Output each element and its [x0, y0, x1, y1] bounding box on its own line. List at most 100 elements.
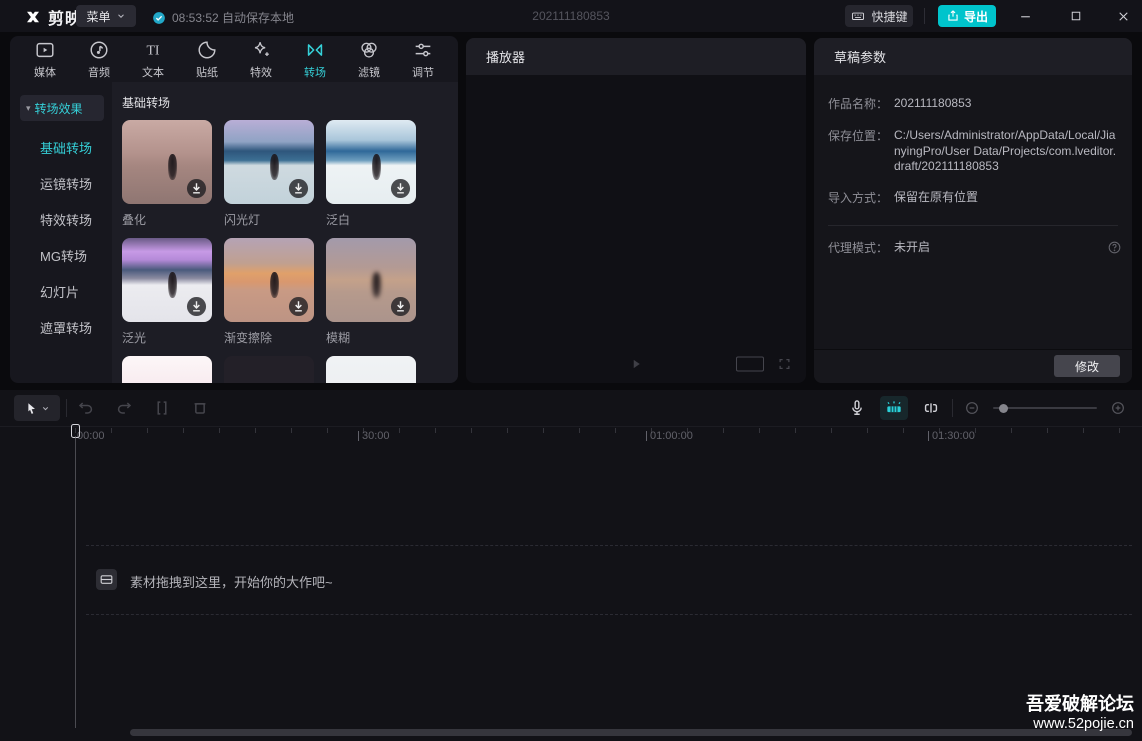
transition-grid-area: 基础转场 叠化 闪光灯 — [112, 82, 458, 383]
window-close-button[interactable] — [1111, 4, 1135, 28]
transition-item[interactable]: 闪光灯 — [224, 120, 314, 228]
undo-icon[interactable] — [76, 398, 96, 418]
auto-beat-icon[interactable] — [880, 396, 908, 420]
fullscreen-icon[interactable] — [777, 357, 792, 372]
aspect-ratio-button[interactable] — [736, 357, 764, 372]
download-icon[interactable] — [186, 296, 207, 317]
draft-params-header: 草稿参数 — [814, 38, 1132, 75]
player-viewport — [466, 75, 806, 383]
nav-item-mg-transition[interactable]: MG转场 — [10, 237, 112, 273]
split-icon[interactable] — [152, 398, 172, 418]
text-icon: TI — [142, 39, 164, 61]
preview-axis-icon[interactable] — [921, 398, 941, 418]
window-maximize-button[interactable] — [1064, 4, 1088, 28]
help-icon[interactable] — [1107, 240, 1122, 255]
tab-transition[interactable]: 转场 — [288, 36, 342, 82]
zoom-in-icon[interactable] — [1110, 400, 1126, 416]
player-title: 播放器 — [486, 47, 525, 66]
media-icon — [34, 39, 56, 61]
ruler-label: 01:30:00 — [928, 430, 975, 442]
export-label: 导出 — [964, 8, 988, 25]
download-icon[interactable] — [186, 178, 207, 199]
jianying-logo-icon — [24, 8, 42, 26]
transition-item[interactable] — [224, 356, 314, 383]
toolbar-separator — [952, 399, 953, 417]
microphone-icon[interactable] — [847, 398, 867, 418]
transition-item[interactable]: 泛白 — [326, 120, 416, 228]
transition-item[interactable]: 泛光 — [122, 238, 212, 346]
chevron-down-icon — [116, 11, 126, 21]
autosave-check-icon — [152, 11, 166, 25]
player-header: 播放器 — [466, 38, 806, 75]
svg-text:TI: TI — [147, 42, 160, 57]
transition-item[interactable]: 渐变擦除 — [224, 238, 314, 346]
audio-icon — [88, 39, 110, 61]
watermark-line1: 吾爱破解论坛 — [1026, 694, 1134, 716]
transition-item[interactable]: 模糊 — [326, 238, 416, 346]
transition-item[interactable] — [122, 356, 212, 383]
draft-params-panel: 草稿参数 作品名称： 202111180853 保存位置： C:/Users/A… — [814, 38, 1132, 383]
titlebar: 剪映 菜单 08:53:52 自动保存本地 202111180853 快捷键 — [0, 0, 1142, 32]
draft-name-value: 202111180853 — [894, 96, 1118, 112]
timeline-zoom-slider[interactable] — [993, 407, 1097, 409]
group-expand-arrow-icon: ▾ — [26, 103, 31, 114]
tab-media[interactable]: 媒体 — [18, 36, 72, 82]
section-title: 基础转场 — [122, 94, 458, 111]
transition-item[interactable]: 叠化 — [122, 120, 212, 228]
nav-item-mask-transition[interactable]: 遮罩转场 — [10, 309, 112, 345]
nav-item-effect-transition[interactable]: 特效转场 — [10, 201, 112, 237]
zoom-slider-handle[interactable] — [999, 404, 1008, 413]
ruler-label: 30:00 — [358, 430, 390, 442]
select-tool-button[interactable] — [14, 395, 60, 421]
nav-item-camera-transition[interactable]: 运镜转场 — [10, 165, 112, 201]
download-icon[interactable] — [390, 178, 411, 199]
draft-row-proxy-mode: 代理模式： 未开启 — [828, 240, 1118, 256]
download-icon[interactable] — [288, 178, 309, 199]
autosave-status: 08:53:52 自动保存本地 — [152, 9, 294, 26]
horizontal-scrollbar[interactable] — [130, 729, 1132, 736]
menu-button[interactable]: 菜单 — [76, 5, 136, 27]
tab-text[interactable]: TI 文本 — [126, 36, 180, 82]
effects-icon — [250, 39, 272, 61]
tab-audio[interactable]: 音频 — [72, 36, 126, 82]
timeline-ruler[interactable] — [75, 428, 1142, 433]
draft-import-mode-value: 保留在原有位置 — [894, 190, 1118, 206]
export-button[interactable]: 导出 — [938, 5, 996, 27]
tab-filter[interactable]: 滤镜 — [342, 36, 396, 82]
transition-item[interactable] — [326, 356, 416, 383]
media-library-panel: 媒体 音频 TI 文本 贴纸 特效 转场 — [10, 36, 458, 383]
filter-icon — [358, 39, 380, 61]
timeline-hint: 素材拖拽到这里，开始你的大作吧~ — [130, 572, 333, 591]
playhead-line — [75, 436, 76, 728]
shortcut-key-button[interactable]: 快捷键 — [845, 5, 913, 27]
window-minimize-button[interactable] — [1013, 4, 1037, 28]
tab-effects[interactable]: 特效 — [234, 36, 288, 82]
nav-item-basic-transition[interactable]: 基础转场 — [10, 129, 112, 165]
draft-params-body: 作品名称： 202111180853 保存位置： C:/Users/Admini… — [814, 75, 1132, 349]
draft-row-import-mode: 导入方式： 保留在原有位置 — [828, 190, 1118, 206]
download-icon[interactable] — [288, 296, 309, 317]
modify-button[interactable]: 修改 — [1054, 355, 1120, 377]
titlebar-separator — [924, 8, 925, 24]
tab-adjust[interactable]: 调节 — [396, 36, 450, 82]
transition-icon — [304, 39, 326, 61]
play-icon[interactable] — [627, 355, 645, 373]
zoom-out-icon[interactable] — [964, 400, 980, 416]
nav-group-transition-effects[interactable]: ▾ 转场效果 — [20, 95, 104, 121]
keyboard-icon — [850, 9, 866, 23]
export-icon — [946, 9, 960, 23]
nav-item-slideshow[interactable]: 幻灯片 — [10, 273, 112, 309]
timeline-section: 00:00 30:00 01:00:00 01:30:00 素材拖拽到这里，开始… — [0, 390, 1142, 741]
redo-icon[interactable] — [114, 398, 134, 418]
project-title: 202111180853 — [532, 9, 609, 23]
draft-location-value: C:/Users/Administrator/AppData/Local/Jia… — [894, 128, 1118, 175]
delete-icon[interactable] — [190, 398, 210, 418]
player-panel: 播放器 — [466, 38, 806, 383]
watermark: 吾爱破解论坛 www.52pojie.cn — [1026, 694, 1134, 733]
download-icon[interactable] — [390, 296, 411, 317]
timeline-toolbar — [0, 390, 1142, 427]
jianying-app-window: 剪映 菜单 08:53:52 自动保存本地 202111180853 快捷键 — [0, 0, 1142, 741]
sticker-icon — [196, 39, 218, 61]
tab-sticker[interactable]: 贴纸 — [180, 36, 234, 82]
autosave-text: 08:53:52 自动保存本地 — [172, 9, 294, 26]
